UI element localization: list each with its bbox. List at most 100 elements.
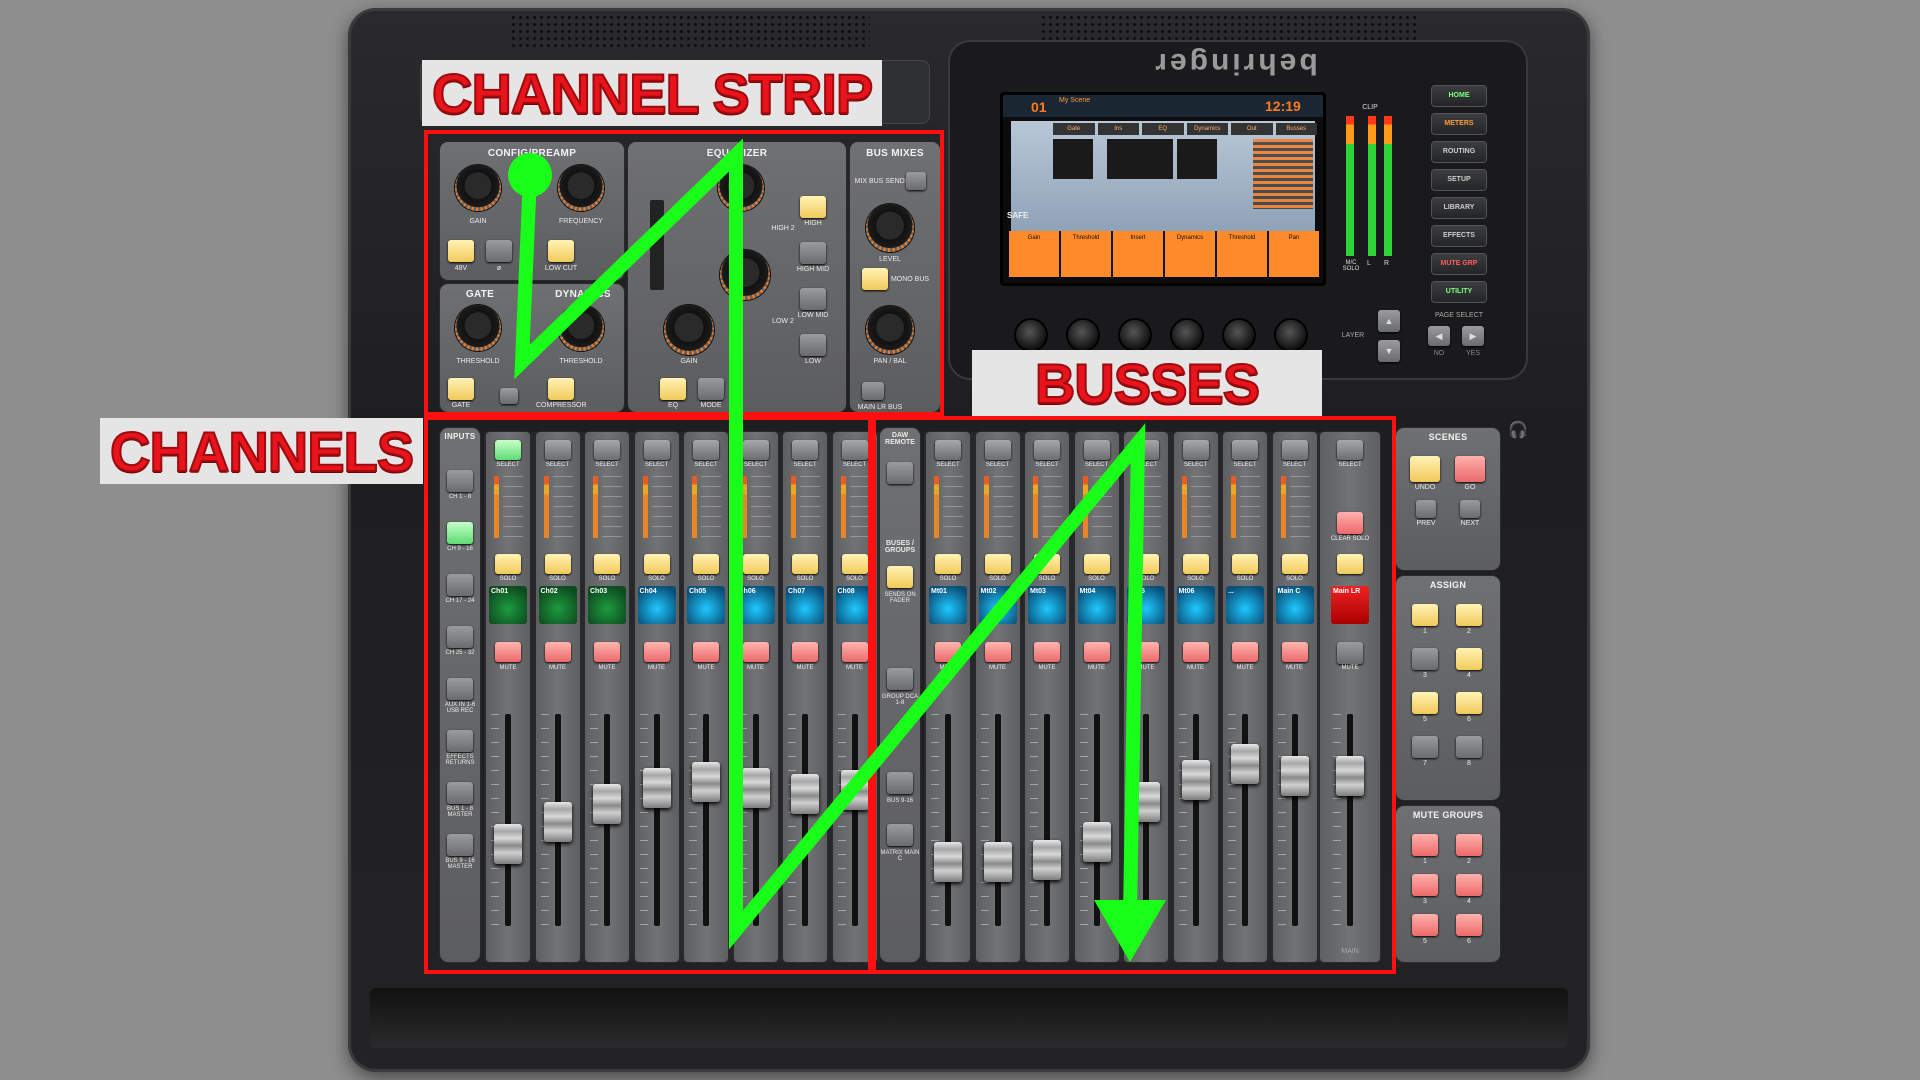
mute-group-button[interactable]	[1412, 914, 1438, 936]
screen-param[interactable]: Gain	[1009, 231, 1059, 277]
go-button[interactable]	[1455, 456, 1485, 482]
headphones-icon: 🎧	[1508, 422, 1528, 439]
screen-tab[interactable]: Ins	[1097, 123, 1139, 135]
layer-down-button[interactable]: ▼	[1378, 340, 1400, 362]
brand-logo: behringer	[1152, 47, 1318, 80]
mute-groups-title: MUTE GROUPS	[1412, 810, 1484, 820]
home-button[interactable]: HOME	[1432, 86, 1486, 106]
assign-button[interactable]	[1412, 648, 1438, 670]
screen-param[interactable]: Threshold	[1217, 231, 1267, 277]
go-label: GO	[1464, 484, 1476, 491]
library-button[interactable]: LIBRARY	[1432, 198, 1486, 218]
meter-mc-solo-label: M/C SOLO	[1342, 260, 1360, 272]
mute-group-button[interactable]	[1412, 834, 1438, 856]
screen-param[interactable]: Dynamics	[1165, 231, 1215, 277]
screen-tab[interactable]: EQ	[1142, 123, 1184, 135]
assign-number: 5	[1423, 716, 1427, 723]
effects-button[interactable]: EFFECTS	[1432, 226, 1486, 246]
layer-up-button[interactable]: ▲	[1378, 310, 1400, 332]
undo-button[interactable]	[1410, 456, 1440, 482]
assign-number: 6	[1467, 716, 1471, 723]
encoder-2[interactable]	[1068, 320, 1098, 350]
assign-number: 8	[1467, 760, 1471, 767]
assign-number: 3	[1423, 672, 1427, 679]
assign-button[interactable]	[1456, 604, 1482, 626]
left-meter	[1368, 116, 1376, 256]
channel-strip-annotation: CHANNEL STRIP	[422, 60, 883, 126]
channels-highlight	[424, 416, 876, 974]
screen-param[interactable]: Pan	[1269, 231, 1319, 277]
main-meter-bridge: CLIP M/C SOLO L R	[1340, 104, 1400, 274]
page-left-button[interactable]: ◀	[1428, 326, 1450, 346]
encoder-3[interactable]	[1120, 320, 1150, 350]
right-meter	[1384, 116, 1392, 256]
assign-number: 7	[1423, 760, 1427, 767]
mute-group-number: 1	[1423, 858, 1427, 865]
page-yes-label: YES	[1465, 350, 1480, 357]
mute-grp-button[interactable]: MUTE GRP	[1432, 254, 1486, 274]
page-right-button[interactable]: ▶	[1462, 326, 1484, 346]
screen-tab[interactable]: Busses	[1275, 123, 1317, 135]
dyn-graph	[1177, 139, 1217, 179]
next-label: NEXT	[1460, 520, 1480, 527]
encoder-6[interactable]	[1276, 320, 1306, 350]
clock: 12:19	[1265, 98, 1301, 114]
undo-label: UNDO	[1414, 484, 1436, 491]
encoder-1[interactable]	[1016, 320, 1046, 350]
scenes-title: SCENES	[1428, 432, 1468, 442]
assign-button[interactable]	[1456, 648, 1482, 670]
scene-name: My Scene	[1059, 97, 1091, 104]
speaker-grille-left	[510, 14, 870, 48]
mute-group-button[interactable]	[1456, 914, 1482, 936]
mute-group-number: 3	[1423, 898, 1427, 905]
mute-group-number: 4	[1467, 898, 1471, 905]
assign-title: ASSIGN	[1429, 580, 1467, 590]
next-button[interactable]	[1460, 500, 1480, 518]
busses-highlight	[868, 416, 1396, 974]
meter-clip-label: CLIP	[1362, 104, 1378, 111]
assign-number: 4	[1467, 672, 1471, 679]
page-select-label: PAGE SELECT	[1434, 312, 1484, 319]
meter-l-label: L	[1367, 260, 1371, 267]
mute-group-button[interactable]	[1456, 874, 1482, 896]
screen-tab[interactable]: Gate	[1053, 123, 1095, 135]
channels-annotation: CHANNELS	[100, 418, 424, 484]
mute-group-button[interactable]	[1456, 834, 1482, 856]
screen-param[interactable]: Threshold	[1061, 231, 1111, 277]
scene-number: 01	[1031, 99, 1047, 115]
setup-button[interactable]: SETUP	[1432, 170, 1486, 190]
assign-number: 1	[1423, 628, 1427, 635]
meters-button[interactable]: METERS	[1432, 114, 1486, 134]
scenes-panel	[1396, 428, 1500, 570]
screen-tabs: Gate Ins EQ Dynamics Out Busses	[1053, 123, 1317, 135]
assign-button[interactable]	[1412, 604, 1438, 626]
busses-levels	[1253, 139, 1313, 209]
solo-meter	[1346, 116, 1354, 256]
screen-param[interactable]: Insert	[1113, 231, 1163, 277]
utility-button[interactable]: UTILITY	[1432, 282, 1486, 302]
assign-number: 2	[1467, 628, 1471, 635]
routing-button[interactable]: ROUTING	[1432, 142, 1486, 162]
encoder-5[interactable]	[1224, 320, 1254, 350]
channel-strip-highlight	[424, 130, 944, 416]
assign-button[interactable]	[1412, 736, 1438, 758]
encoder-4[interactable]	[1172, 320, 1202, 350]
prev-label: PREV	[1416, 520, 1436, 527]
prev-button[interactable]	[1416, 500, 1436, 518]
assign-button[interactable]	[1456, 736, 1482, 758]
screen-tab[interactable]: Dynamics	[1186, 123, 1228, 135]
screen-bottom-params: Gain Threshold Insert Dynamics Threshold Pan	[1009, 231, 1319, 277]
front-lip	[370, 988, 1568, 1048]
meter-r-label: R	[1384, 260, 1390, 267]
eq-graph	[1107, 139, 1173, 179]
mute-group-button[interactable]	[1412, 874, 1438, 896]
layer-label: LAYER	[1341, 332, 1365, 339]
assign-button[interactable]	[1456, 692, 1482, 714]
screen-tab[interactable]: Out	[1231, 123, 1273, 135]
mute-group-number: 5	[1423, 938, 1427, 945]
lcd-screen[interactable]: 01 My Scene 12:19 Gate Ins EQ Dynamics Out Bu…	[1000, 92, 1326, 286]
page-no-label: NO	[1433, 350, 1445, 357]
safe-label: SAFE	[1007, 211, 1029, 220]
assign-button[interactable]	[1412, 692, 1438, 714]
gate-graph	[1053, 139, 1093, 179]
